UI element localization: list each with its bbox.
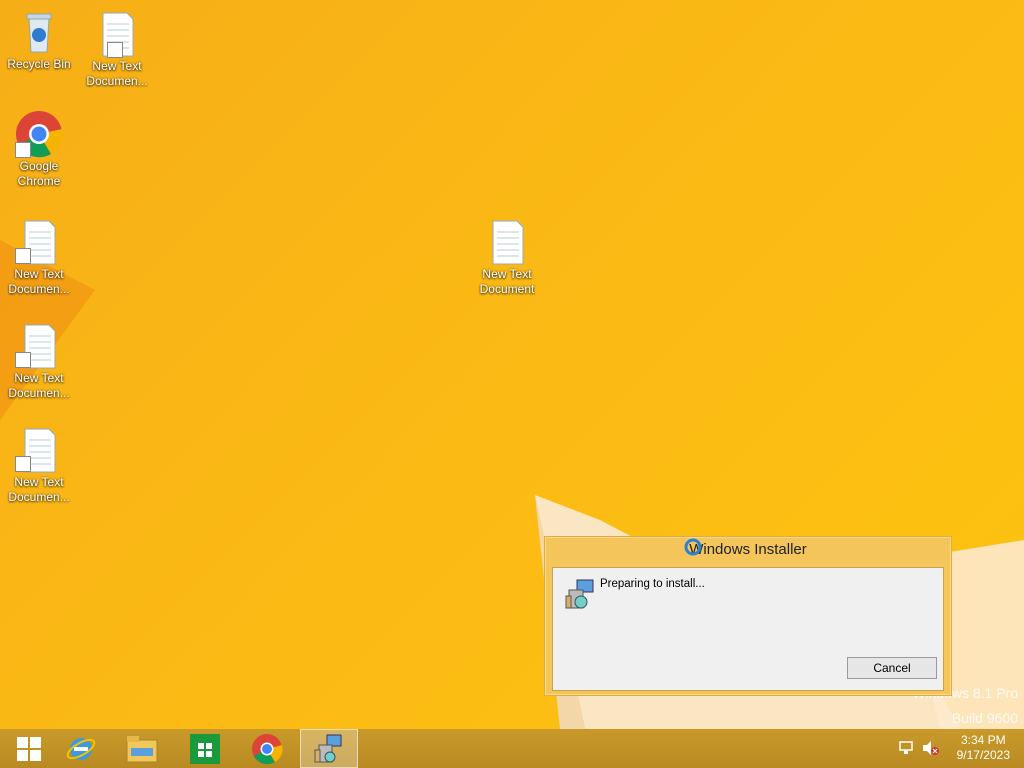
busy-cursor-icon [684,538,702,556]
network-icon[interactable] [898,740,914,756]
taskbar-windows-installer[interactable] [300,729,358,768]
dialog-message: Preparing to install... [600,578,705,590]
desktop-icon-label: Recycle Bin [7,57,71,71]
taskbar-store[interactable] [176,729,234,768]
installer-icon [565,579,594,609]
start-button[interactable] [0,729,58,768]
dialog-title: Windows Installer [689,541,807,558]
desktop-icon-text-document[interactable]: New Text Document [469,218,545,297]
volume-muted-icon[interactable] [922,740,940,756]
desktop-icon-label: New Text Documen... [8,475,70,504]
shortcut-arrow-icon [15,352,31,368]
taskbar-clock[interactable]: 3:34 PM 9/17/2023 [957,733,1010,763]
desktop-icon-label: New Text Documen... [86,59,148,88]
chrome-icon [15,110,63,158]
installer-dialog[interactable]: Windows Installer Preparing to install..… [544,536,952,696]
desktop-icon-label: Google Chrome [17,159,61,188]
desktop-icon-google-chrome[interactable]: Google Chrome [1,110,77,189]
shortcut-arrow-icon [107,42,123,58]
shortcut-arrow-icon [15,248,31,264]
shortcut-arrow-icon [15,142,31,158]
chrome-icon [252,733,283,764]
text-document-icon [15,322,63,370]
shortcut-arrow-icon [15,456,31,472]
taskbar: 3:34 PM 9/17/2023 [0,729,1024,768]
taskbar-file-explorer[interactable] [113,729,171,768]
cancel-button[interactable]: Cancel [847,657,937,679]
text-document-icon [93,10,141,58]
dialog-content: Preparing to install... Cancel [552,567,944,691]
desktop-icon-label: New Text Documen... [8,267,70,296]
clock-time: 3:34 PM [960,733,1006,747]
os-watermark-build: Build 9600 [951,710,1018,726]
desktop-icon-recycle-bin[interactable]: Recycle Bin [1,8,77,72]
installer-icon [314,734,342,762]
text-document-icon [15,218,63,266]
store-icon [190,733,220,764]
desktop-icon-label: New Text Document [479,267,535,296]
desktop-icon-text-document[interactable]: New Text Documen... [1,426,77,505]
windows-logo-icon [17,736,41,761]
desktop-icon-text-document[interactable]: New Text Documen... [1,322,77,401]
recycle-bin-icon [15,8,63,56]
text-document-icon [483,218,531,266]
taskbar-google-chrome[interactable] [238,729,296,768]
internet-explorer-icon [66,737,96,760]
text-document-icon [15,426,63,474]
desktop-icon-text-document[interactable]: New Text Documen... [1,218,77,297]
desktop-icon-text-document[interactable]: New Text Documen... [79,10,155,89]
desktop-icon-label: New Text Documen... [8,371,70,400]
taskbar-internet-explorer[interactable] [52,729,110,768]
clock-date: 9/17/2023 [956,748,1010,762]
folder-icon [126,735,158,762]
